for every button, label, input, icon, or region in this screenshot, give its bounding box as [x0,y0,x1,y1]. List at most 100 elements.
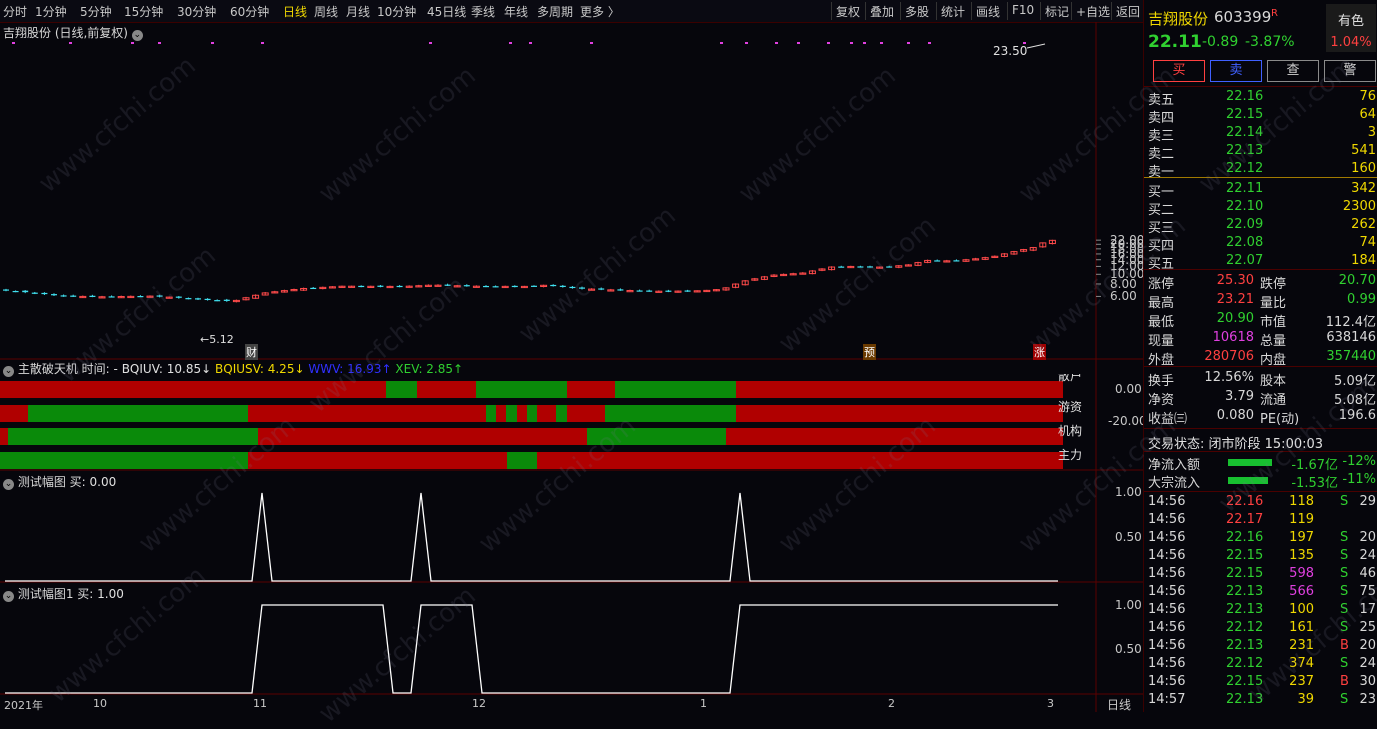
tick-time: 14:56 [1148,566,1186,581]
candle-down [579,287,585,289]
ask-price: 22.12 [1226,161,1264,176]
chevron-down-icon[interactable]: ⌄ [3,479,14,490]
period-tab[interactable]: 日线 [283,3,307,20]
period-tab[interactable]: 45日线 [427,3,466,20]
tick-side: S [1340,566,1349,581]
sell-button[interactable]: 卖 [1210,60,1262,82]
ask-row: 卖四 22.15 64 [1144,107,1377,126]
candle-down [684,290,691,292]
flow-band-segment [496,405,506,422]
toolbar-separator [1040,2,1041,20]
period-tab[interactable]: 年线 [504,3,528,20]
flow-band-segment [726,428,1063,445]
candle-down [396,285,403,288]
tick-time: 14:56 [1148,584,1186,599]
stat-label: 换手 [1148,374,1175,389]
alert-button[interactable]: 警 [1324,60,1376,82]
price-pct: -3.87% [1245,34,1295,50]
bid-row: 买二 22.10 2300 [1144,199,1377,218]
ask-level: 卖五 [1148,93,1175,108]
sector-name: 有色 [1337,14,1364,29]
signal-dot [131,42,134,44]
trade-status: 交易状态: 闭市阶段 15:00:03 [1148,437,1324,452]
event-label-cai[interactable]: 财 [245,344,258,360]
price-y-tick: 6.00 [1110,289,1137,304]
flow-band-segment [587,428,726,445]
period-tab[interactable]: 分时 [3,3,27,20]
band-label-main-force: 主力 [1058,448,1083,462]
signal-dot [529,42,532,44]
event-label-zhang[interactable]: 涨 [1033,344,1046,360]
candle-down [934,260,941,262]
flow-band-segment [8,428,258,445]
candle-down [223,299,230,301]
toolbar-tool-button[interactable]: 叠加 [870,3,894,20]
flow-band-segment [605,405,736,422]
signal-dot [69,42,72,44]
period-tab[interactable]: 季线 [471,3,495,20]
flow-value: -1.53亿 [1291,476,1338,491]
tick-volume: 598 [1289,566,1314,581]
candle-down [569,286,576,289]
toolbar-tool-button[interactable]: F10 [1012,3,1034,17]
chevron-down-icon[interactable]: ⌄ [3,366,14,377]
candle-down [310,287,317,290]
period-tab[interactable]: 5分钟 [80,3,112,20]
event-label-yu[interactable]: 预 [863,344,876,360]
buy-button[interactable]: 买 [1153,60,1205,82]
ind1-y-tick: 0.00 [1115,382,1142,396]
toolbar-tool-button[interactable]: 统计 [941,3,965,20]
tick-price: 22.13 [1226,584,1264,599]
stat-value: 357440 [1326,349,1376,364]
toolbar-tool-button[interactable]: +自选 [1076,3,1110,20]
band-label-hotmoney: 游资 [1058,400,1083,414]
candle-down [617,289,624,291]
flow-band-segment [517,405,527,422]
bid-level: 买二 [1148,203,1175,218]
toolbar-tool-button[interactable]: 返回 [1116,3,1140,20]
signal-dot [590,42,593,44]
toolbar-separator [1111,2,1112,20]
signal-dot [720,42,723,44]
stat-value: 3.79 [1225,389,1254,404]
stat-value: 23.21 [1216,292,1254,307]
period-tab[interactable]: 周线 [314,3,338,20]
chart-high-label: 23.50 [993,44,1028,58]
ask-price: 22.13 [1226,143,1264,158]
period-tab[interactable]: 更多 〉 [580,3,620,20]
toolbar-tool-button[interactable]: 多股 [905,3,929,20]
flow-label: 净流入额 [1148,458,1201,473]
bid-level: 买三 [1148,221,1175,236]
indicator1-name: 主散破天机 [17,362,78,376]
period-tab[interactable]: 1分钟 [35,3,67,20]
indicator3-line [5,604,1058,694]
indicator1-value-bqiuv: BQIUV: 10.85↓ [121,362,212,376]
query-button[interactable]: 查 [1267,60,1319,82]
period-tab[interactable]: 15分钟 [124,3,163,20]
tick-count: 75 [1359,584,1376,599]
toolbar-tool-button[interactable]: 画线 [976,3,1000,20]
tick-volume: 161 [1289,620,1314,635]
tick-price: 22.17 [1226,512,1264,527]
toolbar-tool-button[interactable]: 标记 [1045,3,1069,20]
tick-row: 14:56 22.15 598 S 46 [1144,566,1377,584]
period-tab[interactable]: 多周期 [537,3,573,20]
toolbar-tool-button[interactable]: 复权 [836,3,860,20]
period-indicator[interactable]: 日线 [1107,696,1131,713]
toolbar-separator [865,2,866,20]
period-tab[interactable]: 60分钟 [230,3,269,20]
bid-volume: 184 [1351,253,1376,268]
period-tab[interactable]: 10分钟 [377,3,416,20]
candle-down [665,290,672,292]
flow-bar [1228,477,1268,484]
chevron-down-icon[interactable]: ⌄ [131,30,143,41]
period-tab[interactable]: 30分钟 [177,3,216,20]
chevron-down-icon[interactable]: ⌄ [3,591,14,602]
period-tab[interactable]: 月线 [346,3,370,20]
tick-volume: 566 [1289,584,1314,599]
tick-time: 14:56 [1148,602,1186,617]
tick-time: 14:56 [1148,638,1186,653]
tick-side: S [1340,584,1349,599]
bid-row: 买一 22.11 342 [1144,181,1377,200]
bid-price: 22.08 [1226,235,1264,250]
